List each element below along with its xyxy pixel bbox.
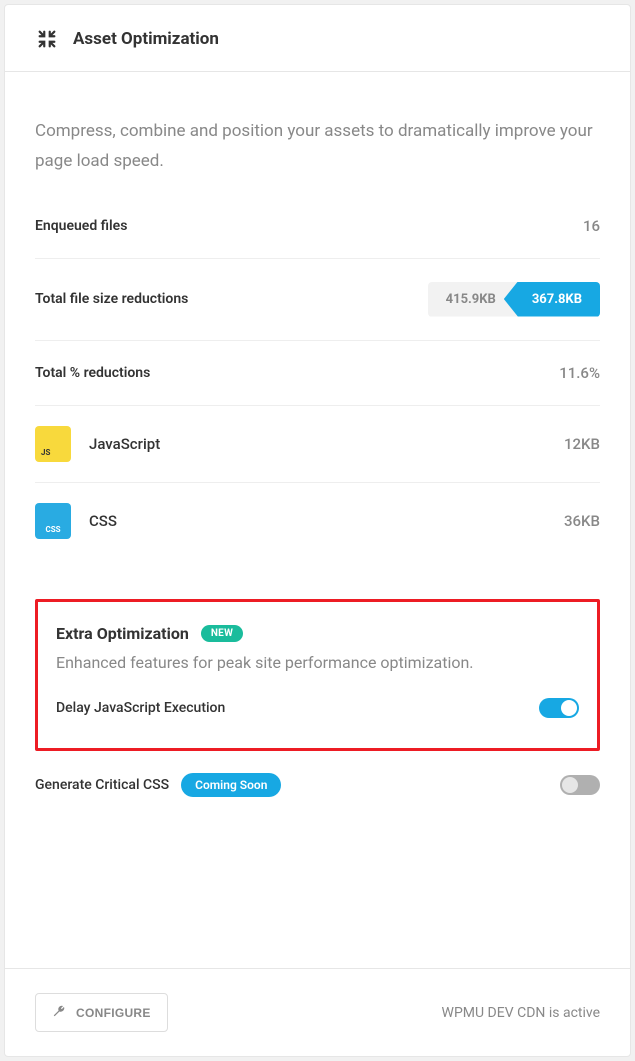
asset-name: JavaScript — [89, 435, 546, 453]
extra-header: Extra Optimization NEW — [56, 624, 579, 643]
css-badge: CSS — [35, 503, 71, 539]
js-badge: JS — [35, 426, 71, 462]
delay-js-label: Delay JavaScript Execution — [56, 700, 225, 716]
configure-button[interactable]: CONFIGURE — [35, 993, 168, 1032]
wrench-icon — [52, 1004, 66, 1021]
extra-optimization-box: Extra Optimization NEW Enhanced features… — [35, 599, 600, 751]
stat-enqueued: Enqueued files 16 — [35, 217, 600, 258]
configure-label: CONFIGURE — [76, 1006, 151, 1020]
critical-css-text: Generate Critical CSS — [35, 777, 169, 793]
cdn-status: WPMU DEV CDN is active — [442, 1005, 600, 1021]
filesize-reduced: 367.8KB — [504, 282, 600, 317]
asset-css-row: CSS CSS 36KB — [35, 482, 600, 559]
asset-js-row: JS JavaScript 12KB — [35, 405, 600, 482]
card-body: Compress, combine and position your asse… — [5, 72, 630, 968]
delay-js-toggle[interactable] — [539, 698, 579, 718]
extra-description: Enhanced features for peak site performa… — [56, 653, 579, 672]
critical-css-toggle[interactable] — [560, 775, 600, 795]
new-badge: NEW — [201, 625, 243, 642]
stat-label: Enqueued files — [35, 218, 127, 234]
stat-value: 11.6% — [559, 364, 600, 382]
stat-label: Total file size reductions — [35, 291, 188, 307]
stat-filesize: Total file size reductions 415.9KB 367.8… — [35, 258, 600, 340]
asset-value: 36KB — [564, 512, 600, 530]
critical-css-row: Generate Critical CSS Coming Soon — [35, 751, 600, 819]
card-footer: CONFIGURE WPMU DEV CDN is active — [5, 968, 630, 1056]
stat-percent: Total % reductions 11.6% — [35, 340, 600, 405]
stat-value: 16 — [583, 217, 600, 235]
card-title: Asset Optimization — [73, 29, 219, 49]
critical-css-label: Generate Critical CSS Coming Soon — [35, 773, 281, 797]
coming-soon-badge: Coming Soon — [181, 773, 281, 797]
filesize-bar: 415.9KB 367.8KB — [428, 282, 600, 317]
asset-name: CSS — [89, 512, 546, 530]
extra-title: Extra Optimization — [56, 624, 189, 643]
compress-icon — [35, 27, 59, 51]
intro-text: Compress, combine and position your asse… — [35, 72, 600, 217]
stat-label: Total % reductions — [35, 365, 150, 381]
asset-optimization-card: Asset Optimization Compress, combine and… — [4, 4, 631, 1057]
delay-js-row: Delay JavaScript Execution — [56, 672, 579, 736]
card-header: Asset Optimization — [5, 5, 630, 72]
asset-value: 12KB — [564, 435, 600, 453]
